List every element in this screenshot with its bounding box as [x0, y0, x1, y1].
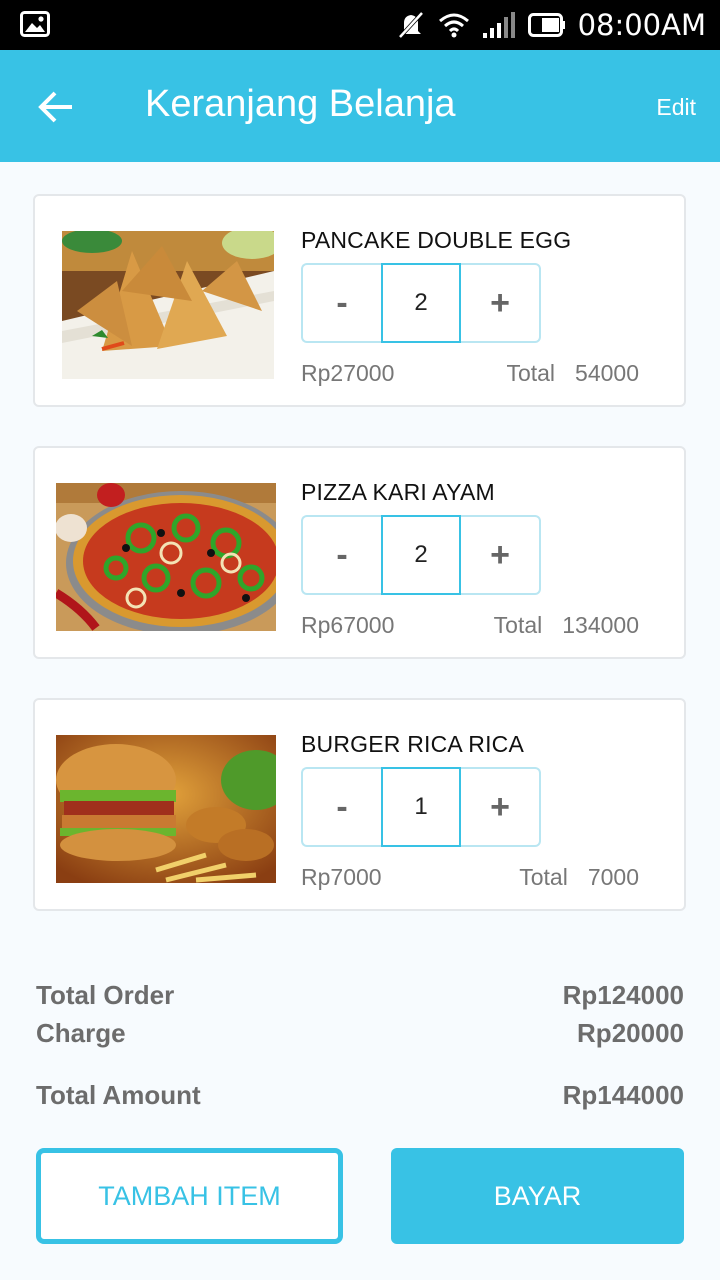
total-order-label: Total Order — [36, 980, 175, 1010]
decrease-button[interactable]: - — [301, 515, 381, 595]
item-total: Total 54000 — [506, 360, 639, 387]
item-total-label: Total — [493, 612, 543, 638]
status-bar: 08:00AM — [0, 0, 720, 50]
total-order-value: Rp124000 — [562, 980, 684, 1010]
decrease-button[interactable]: - — [301, 767, 381, 847]
quantity-input[interactable]: 1 — [381, 767, 461, 847]
page-title: Keranjang Belanja — [145, 83, 456, 125]
cart-item-card: PANCAKE DOUBLE EGG - 2 + Rp27000 Total 5… — [33, 194, 686, 407]
gallery-icon — [20, 11, 50, 37]
item-total: Total 134000 — [494, 612, 639, 639]
item-total-label: Total — [519, 864, 568, 890]
total-amount-label: Total Amount — [36, 1080, 201, 1110]
quantity-input[interactable]: 2 — [381, 263, 461, 343]
item-price: Rp27000 — [301, 360, 395, 386]
item-name: PANCAKE DOUBLE EGG — [301, 227, 572, 253]
increase-button[interactable]: + — [461, 767, 541, 847]
item-price: Rp7000 — [301, 864, 382, 890]
app-bar: Keranjang Belanja Edit — [0, 50, 720, 162]
quantity-stepper: - 2 + — [301, 263, 541, 343]
charge-value: Rp20000 — [577, 1018, 684, 1048]
clock: 08:00AM — [577, 8, 706, 42]
charge-label: Charge — [36, 1018, 126, 1048]
item-name: BURGER RICA RICA — [301, 731, 525, 757]
quantity-stepper: - 2 + — [301, 515, 541, 595]
decrease-button[interactable]: - — [301, 263, 381, 343]
item-name: PIZZA KARI AYAM — [301, 479, 495, 505]
add-item-button[interactable]: TAMBAH ITEM — [36, 1148, 343, 1244]
item-total-value: 54000 — [575, 360, 639, 386]
item-price: Rp67000 — [301, 612, 395, 638]
battery-icon — [527, 13, 565, 37]
increase-button[interactable]: + — [461, 515, 541, 595]
item-total-value: 134000 — [562, 612, 639, 638]
increase-button[interactable]: + — [461, 263, 541, 343]
arrow-left-icon[interactable] — [38, 90, 74, 124]
signal-icon — [482, 12, 515, 38]
samosa-photo — [62, 231, 274, 379]
quantity-input[interactable]: 2 — [381, 515, 461, 595]
total-amount-value: Rp144000 — [562, 1080, 684, 1110]
edit-button[interactable]: Edit — [656, 94, 696, 121]
pizza-photo — [56, 483, 276, 631]
item-total-label: Total — [506, 360, 556, 386]
wifi-icon — [438, 13, 469, 38]
burger-photo — [56, 735, 276, 883]
item-total: Total 7000 — [519, 864, 639, 891]
notifications-muted-icon — [398, 11, 424, 39]
pay-button[interactable]: BAYAR — [391, 1148, 684, 1244]
item-total-value: 7000 — [587, 864, 639, 890]
cart-item-card: BURGER RICA RICA - 1 + Rp7000 Total 7000 — [33, 698, 686, 911]
quantity-stepper: - 1 + — [301, 767, 541, 847]
cart-item-card: PIZZA KARI AYAM - 2 + Rp67000 Total 1340… — [33, 446, 686, 659]
